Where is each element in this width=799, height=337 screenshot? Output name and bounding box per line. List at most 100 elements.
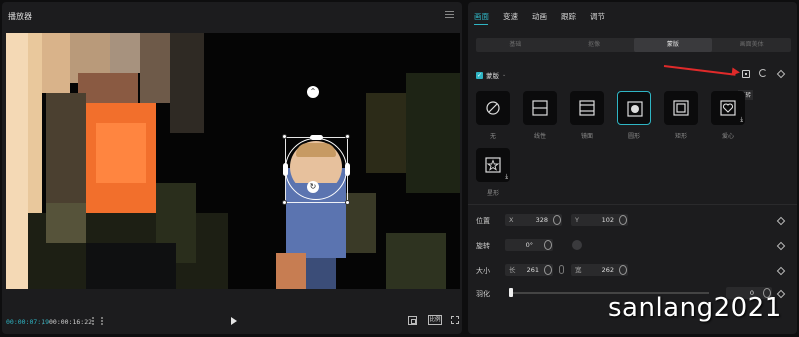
mask-header: ✓ 蒙版 ⌄ <box>476 70 506 80</box>
video-pixel-block <box>86 243 176 289</box>
annotation-arrow-line <box>663 65 736 76</box>
timeline-grid-icon[interactable] <box>92 317 103 325</box>
position-y-prefix: Y <box>575 216 579 224</box>
video-pixel-block <box>78 73 138 103</box>
video-pixel-block <box>366 93 406 173</box>
right-edge-handle[interactable] <box>345 163 350 176</box>
size-h-prefix: 宽 <box>575 266 582 274</box>
annotation-arrow-head <box>731 67 741 77</box>
total-timecode: 00:00:16:22 <box>49 318 93 326</box>
corner-handle-tl[interactable] <box>282 134 287 139</box>
invert-icon[interactable] <box>742 70 750 78</box>
rotation-value: 0° <box>525 241 533 249</box>
video-pixel-block <box>406 73 460 193</box>
keyframe-diamond-icon[interactable] <box>776 216 786 226</box>
reset-icon[interactable] <box>759 69 767 77</box>
shape-rect[interactable] <box>664 91 698 125</box>
shape-heart[interactable]: ⤓ <box>711 91 745 125</box>
shape-mirror[interactable] <box>570 91 604 125</box>
position-label: 位置 <box>476 217 490 225</box>
aspect-lock-icon[interactable] <box>559 265 564 274</box>
shape-star-label: 星形 <box>486 190 499 197</box>
heart-mask-icon <box>720 100 736 116</box>
stepper-icon[interactable] <box>544 240 552 250</box>
shape-heart-label: 爱心 <box>721 133 734 140</box>
player-title: 播放器 <box>8 12 32 21</box>
video-pixel-block <box>46 203 86 243</box>
rotate-handle-icon[interactable]: ↻ <box>307 181 319 193</box>
app-root: 播放器 ⌃ ↻ 00:00:07:19 / 00:00:16:22 比例 画面 … <box>0 0 799 337</box>
keyframe-diamond-icon[interactable] <box>776 241 786 251</box>
focus-frame-icon[interactable] <box>408 316 417 325</box>
subtab-basic[interactable]: 基础 <box>476 38 555 52</box>
size-w-value: 261 <box>526 266 539 274</box>
tab-speed[interactable]: 变速 <box>503 11 518 22</box>
shape-circle[interactable] <box>617 91 651 125</box>
video-pixel-block <box>110 33 140 73</box>
keyframe-diamond-icon[interactable] <box>776 69 786 79</box>
corner-handle-bl[interactable] <box>282 200 287 205</box>
watermark-text: sanlang2021 <box>608 293 782 323</box>
rect-mask-icon <box>673 100 689 116</box>
top-edge-handle[interactable] <box>310 135 323 140</box>
left-edge-handle[interactable] <box>283 163 288 176</box>
mask-checkbox[interactable]: ✓ <box>476 71 483 79</box>
fullscreen-icon[interactable] <box>451 316 459 324</box>
download-icon[interactable]: ⤓ <box>505 173 508 181</box>
shape-rect-label: 矩形 <box>674 133 687 140</box>
feather-label: 羽化 <box>476 290 490 298</box>
keyframe-diamond-icon[interactable] <box>776 266 786 276</box>
shape-mirror-label: 镜面 <box>580 133 593 140</box>
tab-animation[interactable]: 动画 <box>532 11 547 22</box>
shape-star[interactable]: ⤓ <box>476 148 510 182</box>
player-controls: 00:00:07:19 / 00:00:16:22 比例 <box>2 310 462 332</box>
stepper-icon[interactable] <box>544 265 552 275</box>
stepper-icon[interactable] <box>619 265 627 275</box>
active-tab-indicator <box>474 24 488 25</box>
size-h-field[interactable]: 宽 262 <box>571 264 628 276</box>
video-preview[interactable]: ⌃ ↻ <box>6 33 460 289</box>
feather-drag-icon[interactable]: ⌃ <box>307 86 319 98</box>
chevron-down-icon[interactable]: ⌄ <box>502 72 506 78</box>
stepper-icon[interactable] <box>619 215 627 225</box>
star-mask-icon <box>485 157 501 173</box>
position-y-field[interactable]: Y 102 <box>571 214 628 226</box>
position-y-value: 102 <box>601 216 614 224</box>
play-icon[interactable] <box>231 317 237 325</box>
corner-handle-br[interactable] <box>345 200 350 205</box>
rotation-field[interactable]: 0° <box>505 239 553 251</box>
subtab-body[interactable]: 画面美体 <box>712 38 791 52</box>
property-panel: 画面 变速 动画 跟踪 调节 基础 抠像 蒙版 画面美体 ✓ 蒙版 ⌄ 反转 无 <box>468 2 797 334</box>
feather-slider-thumb[interactable] <box>509 288 513 297</box>
circle-mask-icon <box>627 101 643 117</box>
rotation-label: 旋转 <box>476 242 490 250</box>
subtab-mask[interactable]: 蒙版 <box>633 38 713 52</box>
rotation-knob[interactable] <box>572 240 582 250</box>
tab-adjust[interactable]: 调节 <box>590 11 605 22</box>
sub-tabs: 基础 抠像 蒙版 画面美体 <box>476 38 791 52</box>
timecode-separator: / <box>42 318 45 326</box>
tab-picture[interactable]: 画面 <box>474 11 489 22</box>
video-pixel-block <box>306 258 336 289</box>
video-pixel-block <box>346 193 376 253</box>
main-tabs: 画面 变速 动画 跟踪 调节 <box>474 11 605 22</box>
linear-mask-icon <box>532 100 548 116</box>
subtab-cutout[interactable]: 抠像 <box>555 38 634 52</box>
size-w-field[interactable]: 长 261 <box>505 264 553 276</box>
mask-title: 蒙版 <box>486 72 499 80</box>
shape-linear-label: 线性 <box>533 133 546 140</box>
position-x-prefix: X <box>509 216 514 224</box>
stepper-icon[interactable] <box>553 215 561 225</box>
shape-linear[interactable] <box>523 91 557 125</box>
position-x-value: 328 <box>535 216 548 224</box>
tab-tracking[interactable]: 跟踪 <box>561 11 576 22</box>
corner-handle-tr[interactable] <box>345 134 350 139</box>
menu-icon[interactable] <box>445 11 454 18</box>
shape-none[interactable] <box>476 91 510 125</box>
download-icon[interactable]: ⤓ <box>740 116 743 124</box>
player-panel: 播放器 ⌃ ↻ 00:00:07:19 / 00:00:16:22 比例 <box>2 2 462 334</box>
ratio-button[interactable]: 比例 <box>428 315 442 325</box>
video-pixel-block <box>46 93 86 213</box>
none-icon <box>486 101 500 115</box>
position-x-field[interactable]: X 328 <box>505 214 562 226</box>
